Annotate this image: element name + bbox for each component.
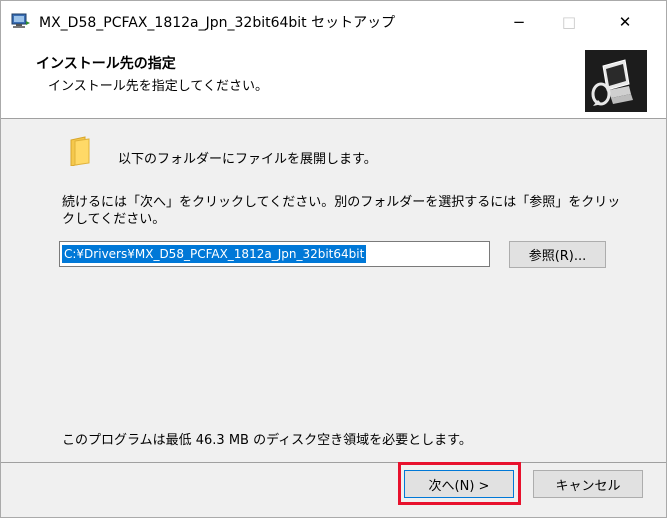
minimize-button[interactable]: − — [496, 1, 542, 42]
cancel-button[interactable]: キャンセル — [533, 470, 643, 498]
installer-icon — [11, 13, 30, 28]
maximize-button[interactable]: □ — [546, 1, 592, 42]
close-button[interactable]: ✕ — [602, 1, 648, 42]
title-bar[interactable]: MX_D58_PCFAX_1812a_Jpn_32bit64bit セットアップ… — [1, 1, 666, 42]
install-path-value[interactable]: C:¥Drivers¥MX_D58_PCFAX_1812a_Jpn_32bit6… — [62, 245, 367, 263]
extract-folder-label: 以下のフォルダーにファイルを展開します。 — [118, 152, 377, 167]
page-subtitle: インストール先を指定してください。 — [48, 79, 268, 94]
footer-divider — [1, 462, 666, 463]
window-title: MX_D58_PCFAX_1812a_Jpn_32bit64bit セットアップ — [39, 15, 396, 31]
browse-button[interactable]: 参照(R)... — [509, 241, 606, 268]
page-title: インストール先の指定 — [36, 56, 176, 72]
next-button-highlight — [398, 462, 521, 505]
instruction-text: 続けるには「次へ」をクリックしてください。別のフォルダーを選択するには「参照」を… — [62, 195, 621, 227]
disk-space-requirement: このプログラムは最低 46.3 MB のディスク空き領域を必要とします。 — [62, 433, 472, 448]
setup-window: MX_D58_PCFAX_1812a_Jpn_32bit64bit セットアップ… — [0, 0, 667, 518]
computer-setup-icon — [585, 50, 647, 112]
install-path-field[interactable]: C:¥Drivers¥MX_D58_PCFAX_1812a_Jpn_32bit6… — [59, 241, 490, 267]
folder-icon — [70, 136, 90, 166]
wizard-header: インストール先の指定 インストール先を指定してください。 — [1, 42, 666, 119]
